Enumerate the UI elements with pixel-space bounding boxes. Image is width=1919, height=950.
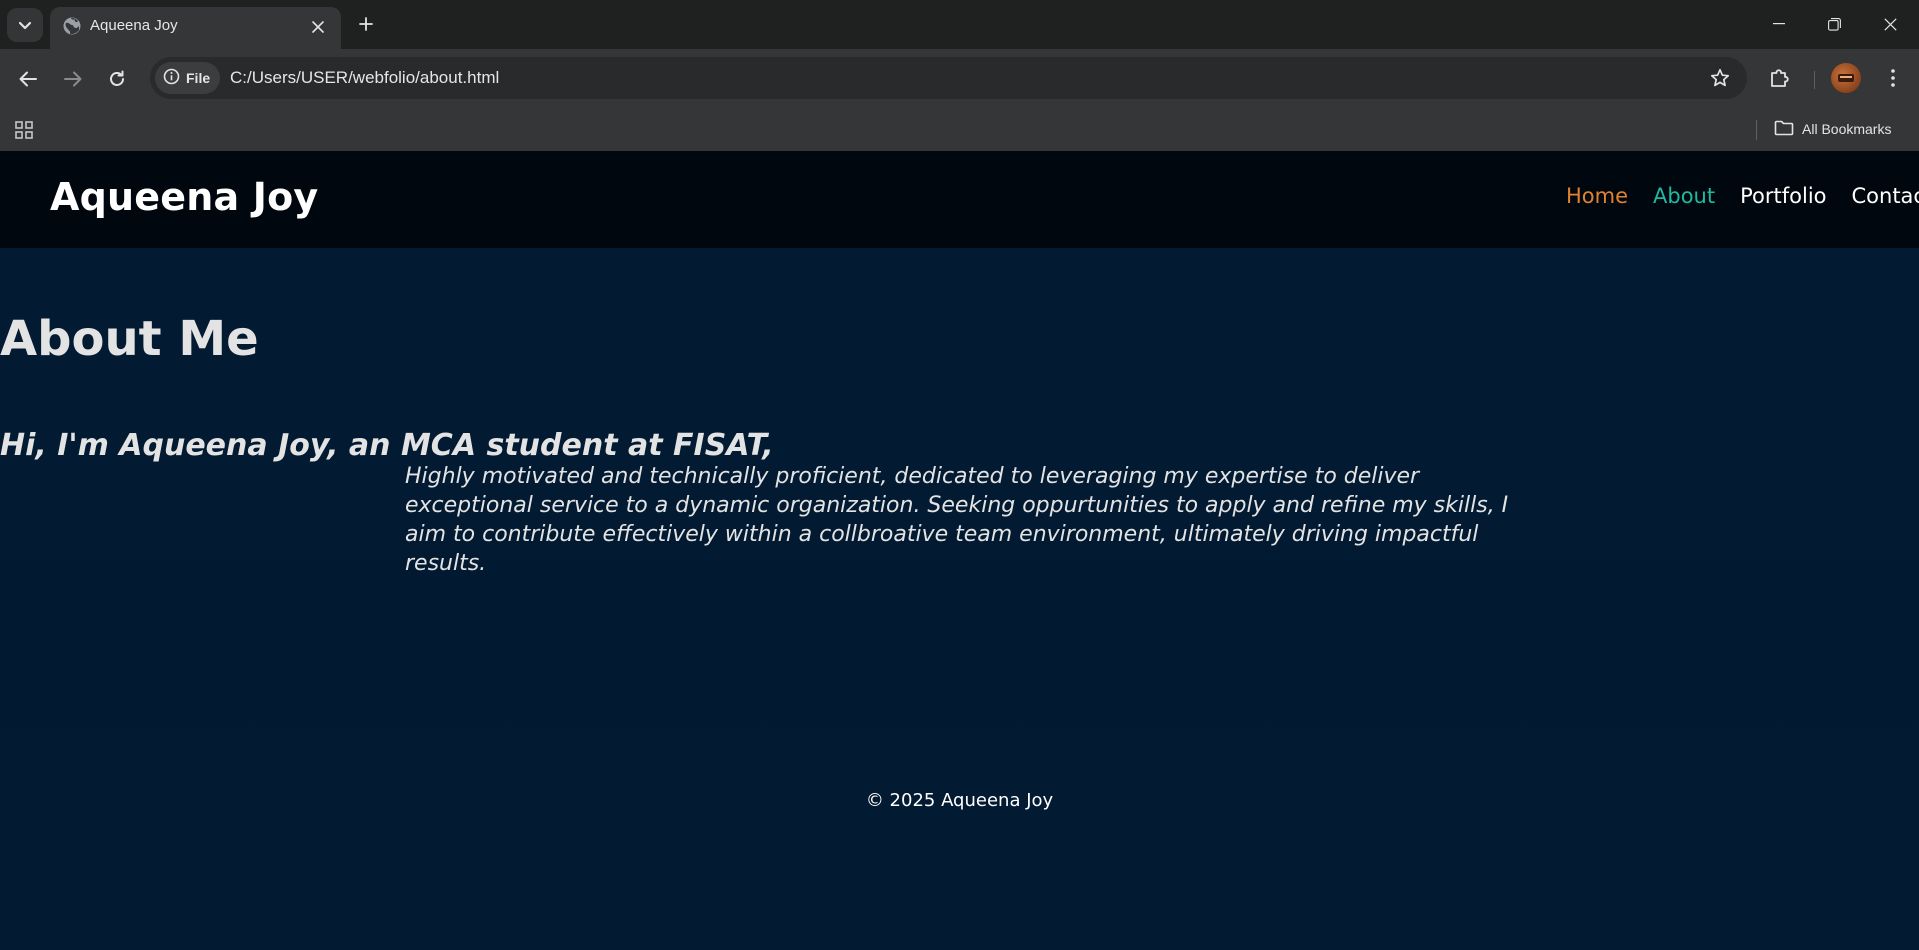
toolbar-divider: [1814, 71, 1815, 89]
browser-toolbar: File C:/Users/USER/webfolio/about.html: [0, 49, 1919, 108]
minimize-icon[interactable]: [1750, 0, 1808, 48]
tab-search-icon: [18, 16, 32, 35]
about-intro: Hi, I'm Aqueena Joy, an MCA student at F…: [0, 428, 774, 463]
nav-link-about[interactable]: About: [1653, 184, 1715, 208]
nav-link-portfolio[interactable]: Portfolio: [1740, 184, 1826, 208]
page-viewport: Aqueena Joy Home About Portfolio Contact…: [0, 151, 1919, 950]
restore-icon[interactable]: [1805, 0, 1863, 48]
tab-title: Aqueena Joy: [90, 17, 178, 34]
site-header: Aqueena Joy Home About Portfolio Contact: [0, 151, 1919, 248]
copyright-text: © 2025 Aqueena Joy: [865, 790, 1054, 811]
plus-icon[interactable]: [352, 10, 380, 38]
back-arrow-icon[interactable]: [11, 62, 45, 96]
forward-arrow-icon[interactable]: [56, 62, 90, 96]
all-bookmarks-button[interactable]: All Bookmarks: [1774, 116, 1891, 142]
folder-icon: [1774, 120, 1794, 139]
page-title: About Me: [0, 311, 259, 367]
globe-icon: [62, 16, 84, 38]
bookmarks-divider: [1756, 120, 1757, 140]
puzzle-icon[interactable]: [1763, 61, 1797, 95]
site-chip-label: File: [186, 70, 211, 86]
address-bar[interactable]: File C:/Users/USER/webfolio/about.html: [150, 57, 1747, 99]
apps-grid-icon[interactable]: [12, 118, 36, 142]
about-paragraph: Highly motivated and technically profici…: [405, 464, 1509, 576]
info-icon: [163, 68, 180, 89]
nav-link-contact[interactable]: Contact: [1852, 184, 1919, 208]
tab-strip: Aqueena Joy: [0, 0, 1919, 49]
window-close-icon[interactable]: [1861, 0, 1919, 48]
kebab-menu-icon[interactable]: [1876, 61, 1910, 95]
reload-icon[interactable]: [100, 62, 134, 96]
browser-tab[interactable]: Aqueena Joy: [50, 7, 341, 49]
site-logo[interactable]: Aqueena Joy: [50, 175, 318, 219]
site-nav: Home About Portfolio Contact: [1566, 184, 1919, 208]
all-bookmarks-label: All Bookmarks: [1802, 121, 1892, 137]
close-icon[interactable]: [307, 16, 329, 38]
site-footer: © 2025 Aqueena Joy: [0, 790, 1919, 811]
star-icon[interactable]: [1707, 65, 1733, 91]
tab-search-button[interactable]: [7, 8, 43, 42]
profile-avatar[interactable]: [1831, 63, 1861, 93]
url-text[interactable]: C:/Users/USER/webfolio/about.html: [230, 68, 499, 88]
bookmarks-bar: All Bookmarks: [0, 108, 1919, 151]
nav-link-home[interactable]: Home: [1566, 184, 1628, 208]
site-info-chip[interactable]: File: [155, 62, 221, 94]
